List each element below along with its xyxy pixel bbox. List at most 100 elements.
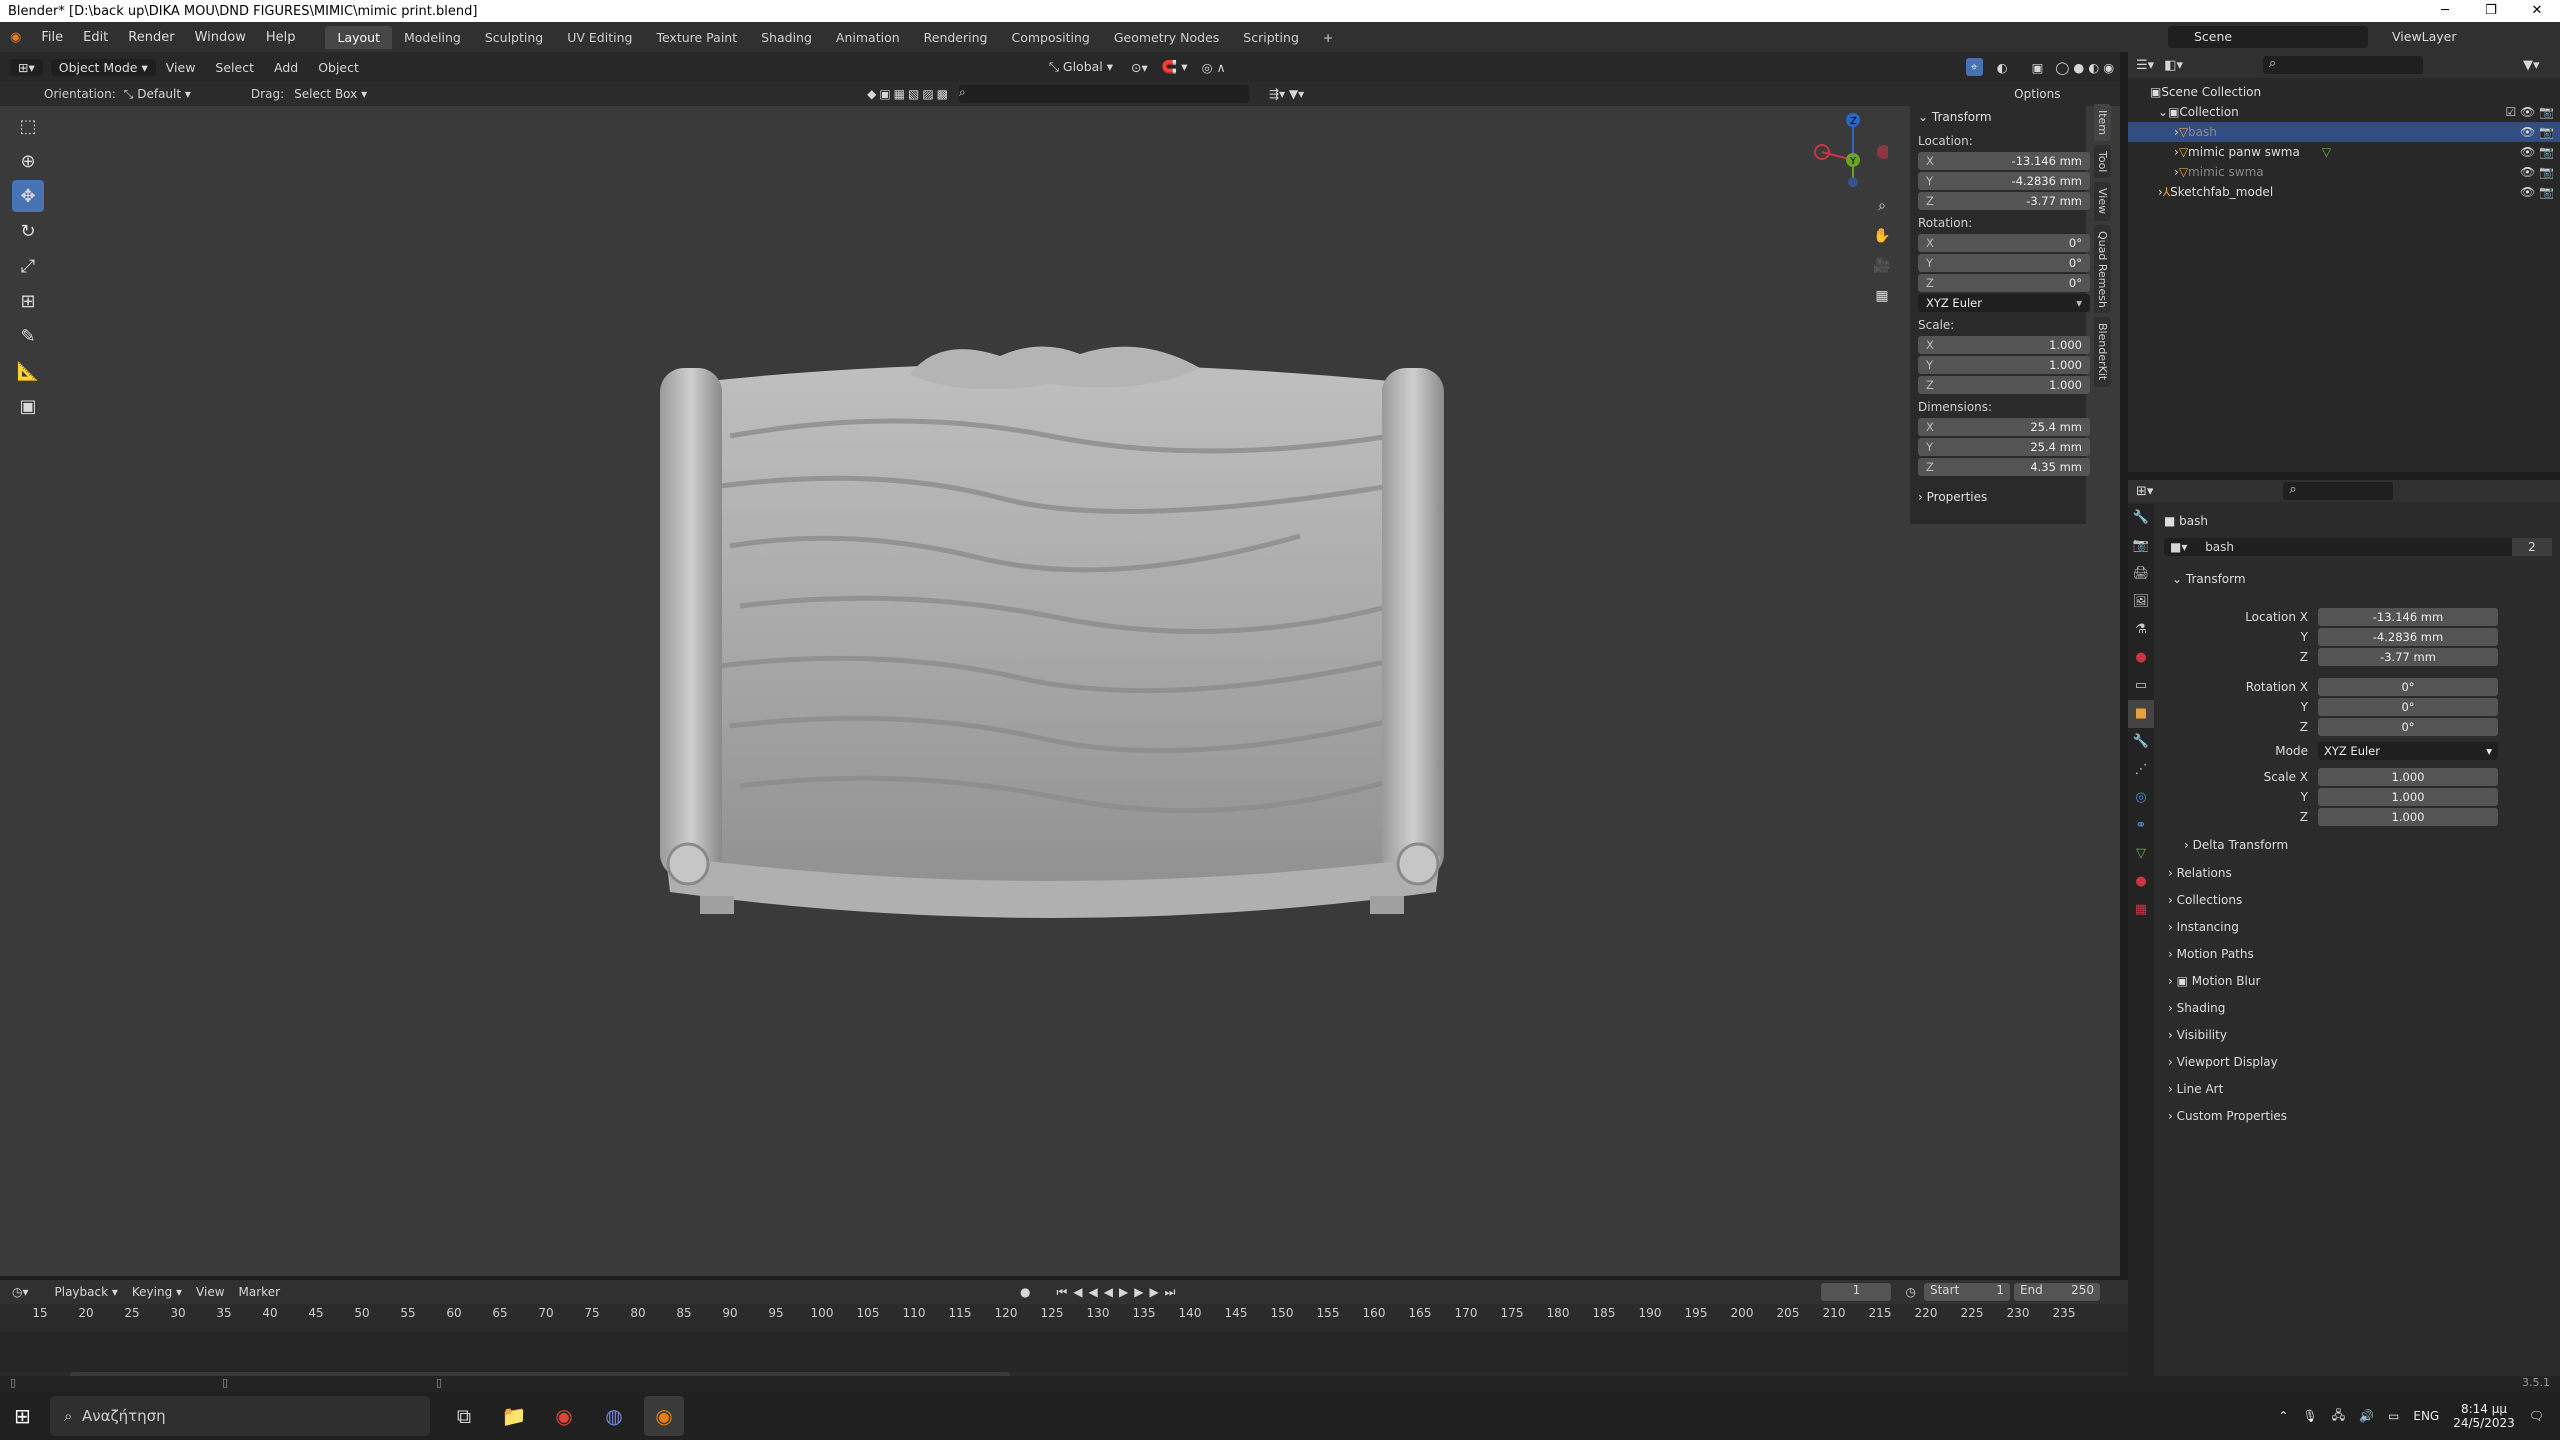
snap-icon[interactable]: 🧲 ▾	[1162, 59, 1188, 75]
outliner-row-scene-collection[interactable]: ▣ Scene Collection	[2128, 82, 2560, 102]
mimic-chest-model[interactable]	[660, 346, 1444, 918]
dimensions-z-field[interactable]: Z 4.35 mm	[1918, 458, 2090, 476]
move-icon[interactable]: ✥	[12, 180, 44, 212]
tab-item[interactable]: Item	[2094, 104, 2111, 142]
notifications-icon[interactable]: 🗨	[2529, 1409, 2544, 1423]
outliner-row-sketchfab-model[interactable]: › ⅄ Sketchfab_model 👁 📷	[2128, 182, 2560, 202]
collection-tab-icon[interactable]: ▭	[2128, 672, 2154, 700]
output-tab-icon[interactable]: 🖨	[2128, 560, 2154, 588]
material-tab-icon[interactable]: ●	[2128, 868, 2154, 896]
tab-geometry-nodes[interactable]: Geometry Nodes	[1102, 26, 1231, 49]
rotate-icon[interactable]: ↻	[12, 215, 44, 247]
properties-editor-icon[interactable]: ⊞▾	[2136, 484, 2153, 499]
rotation-y-field[interactable]: Y 0°	[1918, 254, 2090, 272]
visibility-icons[interactable]: 👁 📷	[2520, 165, 2554, 179]
drag-dropdown[interactable]: Select Box ▾	[294, 87, 367, 101]
visibility-icons[interactable]: 👁 📷	[2520, 125, 2554, 139]
location-z-field[interactable]: Z -3.77 mm	[1918, 192, 2090, 210]
tab-rendering[interactable]: Rendering	[912, 26, 1000, 49]
prop-rotation-x-field[interactable]: 0°	[2318, 678, 2498, 696]
texture-tab-icon[interactable]: ▦	[2128, 896, 2154, 924]
orientation-dropdown[interactable]: ⤡ Default ▾	[124, 87, 191, 102]
3d-viewport[interactable]	[0, 106, 2120, 1276]
outliner-row-mimic-panw-swma[interactable]: › ▽ mimic panw swma ▽ 👁 📷	[2128, 142, 2560, 162]
chevron-up-icon[interactable]: ⌃	[2278, 1409, 2288, 1423]
overlay-icon[interactable]: ◐	[1997, 60, 2008, 75]
location-y-field[interactable]: Y -4.2836 mm	[1918, 172, 2090, 190]
measure-icon[interactable]: 📐	[12, 355, 44, 387]
menu-view-timeline[interactable]: View	[196, 1285, 224, 1299]
physics-tab-icon[interactable]: ◎	[2128, 784, 2154, 812]
viewport-search-input[interactable]: ⌕	[959, 85, 1250, 103]
section-instancing[interactable]: › Instancing	[2168, 920, 2239, 934]
object-datablock-field[interactable]: ■▾ bash 2	[2164, 538, 2552, 556]
constraints-tab-icon[interactable]: ⚭	[2128, 812, 2154, 840]
outliner-filter-icon[interactable]: ▼▾	[2523, 58, 2540, 73]
network-icon[interactable]: 🖧	[2332, 1406, 2345, 1427]
menu-render[interactable]: Render	[118, 30, 184, 45]
mode-dropdown[interactable]: Object Mode ▾	[50, 58, 156, 76]
maximize-button[interactable]: ❐	[2468, 0, 2514, 22]
view-layer-tab-icon[interactable]: 🖼	[2128, 588, 2154, 616]
rotation-mode-select[interactable]: XYZ Euler ▾	[2318, 742, 2498, 760]
properties-panel-header[interactable]: › Properties	[1910, 484, 2086, 510]
visibility-icons[interactable]: 👁 📷	[2520, 185, 2554, 199]
add-cube-icon[interactable]: ▣	[12, 390, 44, 422]
playback-controls-icon[interactable]: ⏮◀◀◀▶▶▶⏭	[1057, 1285, 1182, 1300]
file-explorer-icon[interactable]: 📁	[494, 1396, 534, 1436]
clock[interactable]: 8:14 μμ 24/5/2023	[2453, 1402, 2515, 1430]
section-collections[interactable]: › Collections	[2168, 893, 2242, 907]
gizmo-neg-x[interactable]	[1877, 145, 1888, 159]
select-box-icon[interactable]: ⬚	[12, 110, 44, 142]
gizmo-neg-z[interactable]	[1848, 177, 1858, 187]
scale-icon[interactable]: ⤢	[12, 250, 44, 282]
taskbar-search-input[interactable]: ⌕ Αναζήτηση	[50, 1396, 430, 1436]
expand-arrow-icon[interactable]: ⌄	[2158, 105, 2168, 119]
tab-layout[interactable]: Layout	[325, 25, 392, 49]
timeline-editor-icon[interactable]: ◷▾	[12, 1285, 29, 1299]
section-motion-blur[interactable]: › ▣ Motion Blur	[2168, 974, 2260, 988]
prop-location-x-field[interactable]: -13.146 mm	[2318, 608, 2498, 626]
ortho-grid-icon[interactable]: ▦	[1870, 284, 1894, 308]
zoom-icon[interactable]: ⌕	[1870, 194, 1894, 218]
section-viewport-display[interactable]: › Viewport Display	[2168, 1055, 2278, 1069]
scene-selector[interactable]: Scene	[2168, 26, 2368, 48]
transform-panel-header[interactable]: ⌄ Transform	[1910, 104, 2086, 130]
discord-icon[interactable]: ◍	[594, 1396, 634, 1436]
visibility-icons[interactable]: ☑ 👁 📷	[2505, 105, 2554, 119]
section-shading[interactable]: › Shading	[2168, 1001, 2225, 1015]
particles-tab-icon[interactable]: ⋰	[2128, 756, 2154, 784]
end-frame-field[interactable]: End 250	[2013, 1283, 2100, 1301]
cursor-icon[interactable]: ⊕	[12, 145, 44, 177]
visibility-icons[interactable]: 👁 📷	[2520, 145, 2554, 159]
rotation-z-field[interactable]: Z 0°	[1918, 274, 2090, 292]
navigation-gizmo[interactable]: Z Y	[1808, 108, 1888, 188]
render-tab-icon[interactable]: 📷	[2128, 532, 2154, 560]
microphone-icon[interactable]: 🎙	[2302, 1409, 2317, 1423]
close-button[interactable]: ✕	[2514, 0, 2560, 22]
rotation-mode-dropdown[interactable]: XYZ Euler ▾	[1918, 294, 2090, 312]
add-workspace-icon[interactable]: +	[1311, 26, 1345, 49]
scale-y-field[interactable]: Y 1.000	[1918, 356, 2090, 374]
prop-rotation-y-field[interactable]: 0°	[2318, 698, 2498, 716]
chrome-icon[interactable]: ◉	[544, 1396, 584, 1436]
display-mode-icon[interactable]: ◧▾	[2164, 58, 2183, 73]
options-button[interactable]: Options	[2014, 87, 2060, 101]
tab-quad-remesh[interactable]: Quad Remesh	[2094, 224, 2111, 314]
blender-logo-icon[interactable]: ◉	[0, 30, 31, 45]
menu-help[interactable]: Help	[256, 30, 306, 45]
prop-scale-y-field[interactable]: 1.000	[2318, 788, 2498, 806]
scale-x-field[interactable]: X 1.000	[1918, 336, 2090, 354]
mesh-data-icon[interactable]: ▽	[2322, 145, 2331, 159]
blender-taskbar-icon[interactable]: ◉	[644, 1396, 684, 1436]
scene-tab-icon[interactable]: ⚗	[2128, 616, 2154, 644]
battery-icon[interactable]: ▭	[2388, 1409, 2399, 1423]
prop-scale-x-field[interactable]: 1.000	[2318, 768, 2498, 786]
menu-object[interactable]: Object	[308, 60, 369, 75]
timeline-ruler[interactable]: 15 20 25 30 35 40 45 50 55 60 65 70 75 80 85 90 95 100 105…	[0, 1306, 2128, 1324]
transform-orientation-dropdown[interactable]: ⤡ Global ▾	[1049, 59, 1113, 75]
prop-rotation-z-field[interactable]: 0°	[2318, 718, 2498, 736]
tab-animation[interactable]: Animation	[824, 26, 912, 49]
editor-type-icon[interactable]: ⊞▾	[10, 58, 43, 76]
clock-icon[interactable]: ◷	[1905, 1285, 1915, 1299]
